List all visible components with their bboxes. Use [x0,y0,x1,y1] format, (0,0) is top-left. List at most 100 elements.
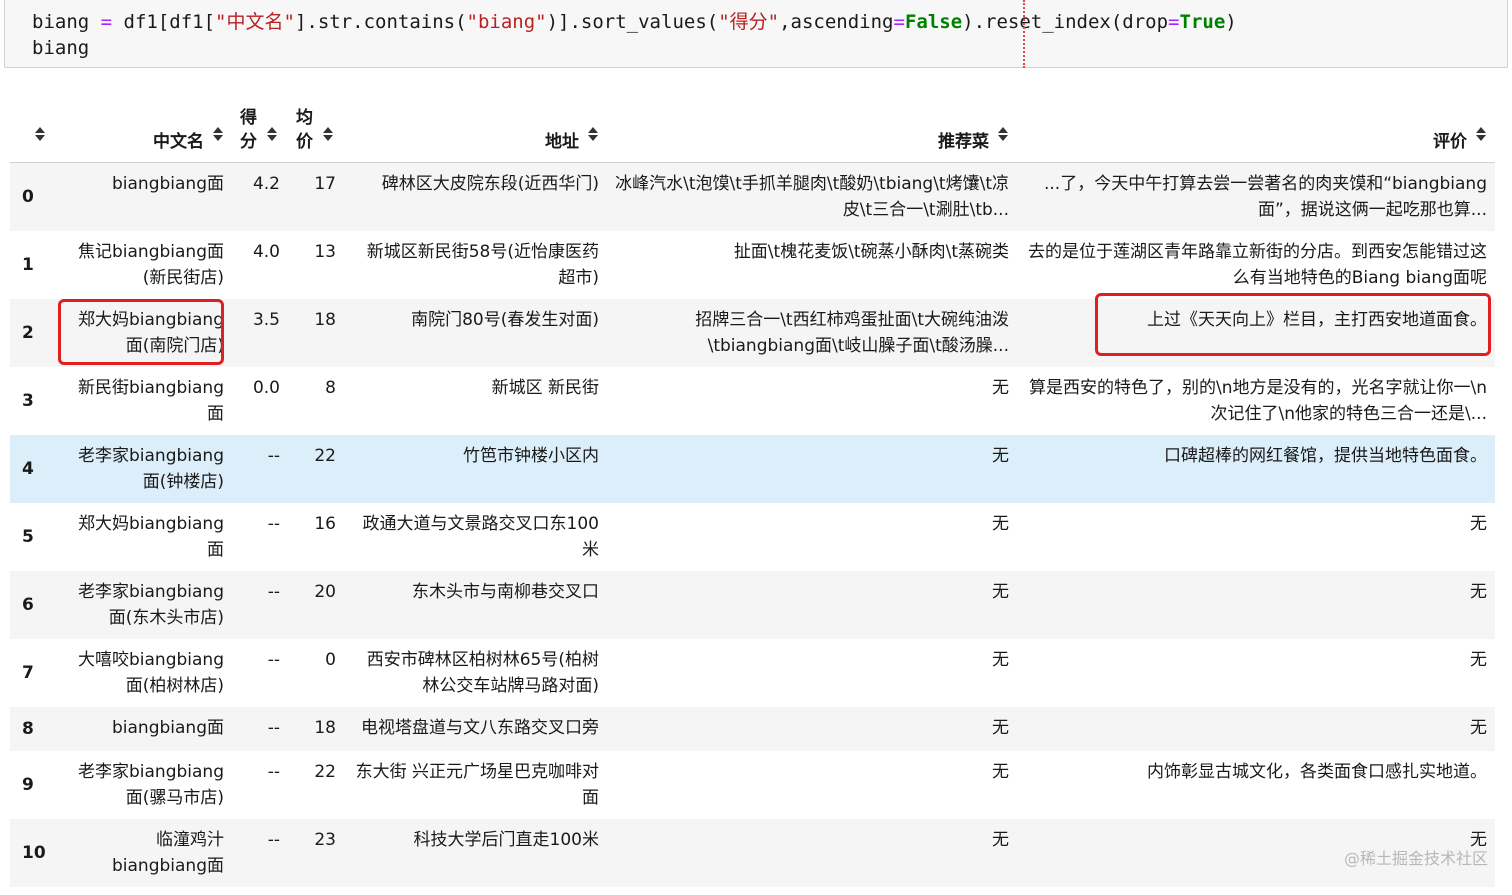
name-cell: 大嘻咬biangbiang面(柏树林店) [78,649,224,696]
watermark: @稀土掘金技术社区 [1343,849,1488,868]
review-cell: 无 [1470,581,1487,602]
name-cell: 郑大妈biangbiang面(南院门店) [78,309,224,356]
row-index: 6 [22,594,34,615]
index-header[interactable] [10,100,56,163]
table-row: 10 临潼鸡汁biangbiang面 -- 23 科技大学后门直走100米 无 … [10,818,1495,887]
code-token: = [100,11,113,33]
dishes-cell: 无 [992,829,1009,850]
address-cell: 碑林区大皮院东段(近西华门) [381,173,599,194]
dishes-cell: 无 [992,581,1009,602]
price-cell: 13 [314,241,336,262]
price-cell: 22 [314,761,336,782]
code-token: "得分" [718,11,780,33]
name-cell: 老李家biangbiang面(骡马市店) [78,761,224,808]
sort-icon[interactable] [997,126,1009,141]
dishes-cell: 扯面\t槐花麦饭\t碗蒸小酥肉\t蒸碗类 [733,241,1009,262]
score-cell: 4.2 [252,173,280,194]
table-row: 2 郑大妈biangbiang面(南院门店) 3.5 18 南院门80号(春发生… [10,298,1495,367]
row-index: 0 [22,186,34,207]
table-row: 4 老李家biangbiang面(钟楼店) -- 22 竹笆市钟楼小区内 无 口… [10,434,1495,503]
code-token: True [1179,11,1226,33]
code-line-2[interactable]: biang [32,36,89,60]
sort-icon[interactable] [1475,126,1487,141]
row-index: 5 [22,526,34,547]
review-cell: 去的是位于莲湖区青年路靠立新街的分店。到西安怎能错过这么有当地特色的Biang … [1028,241,1487,288]
column-header[interactable]: 推荐菜 [607,100,1017,163]
review-cell: 无 [1470,649,1487,670]
sort-icon[interactable] [212,126,224,141]
price-cell: 18 [314,717,336,738]
code-token: False [904,11,963,33]
address-cell: 新城区新民街58号(近怡康医药超市) [366,241,599,288]
row-index: 4 [22,458,34,479]
row-index: 3 [22,390,34,411]
review-cell: 无 [1470,513,1487,534]
column-header[interactable]: 均价 [288,100,344,163]
price-cell: 23 [314,829,336,850]
dishes-cell: 无 [992,649,1009,670]
code-cell[interactable]: biang = df1[df1["中文名"].str.contains("bia… [4,0,1508,68]
row-index: 10 [22,842,46,863]
dishes-cell: 无 [992,761,1009,782]
dataframe-output: 中文名 得分 均价 地址 推荐菜 评价 0 biangbiang面 4.2 17… [10,100,1495,887]
score-cell: -- [267,761,280,782]
table-row: 6 老李家biangbiang面(东木头市店) -- 20 东木头市与南柳巷交叉… [10,570,1495,639]
table-row: 0 biangbiang面 4.2 17 碑林区大皮院东段(近西华门) 冰峰汽水… [10,162,1495,231]
name-cell: 老李家biangbiang面(东木头市店) [78,581,224,628]
price-cell: 20 [314,581,336,602]
row-index: 2 [22,322,34,343]
price-cell: 22 [314,445,336,466]
row-index: 7 [22,662,34,683]
name-cell: 新民街biangbiang面 [78,377,224,424]
score-cell: -- [267,513,280,534]
column-header[interactable]: 得分 [232,100,288,163]
price-cell: 8 [325,377,336,398]
column-header[interactable]: 评价 [1017,100,1495,163]
dataframe-table: 中文名 得分 均价 地址 推荐菜 评价 0 biangbiang面 4.2 17… [10,100,1495,887]
address-cell: 南院门80号(春发生对面) [411,309,599,330]
table-row: 1 焦记biangbiang面(新民街店) 4.0 13 新城区新民街58号(近… [10,230,1495,299]
code-token: ) [1225,11,1237,33]
address-cell: 东大街 兴正元广场星巴克咖啡对面 [355,761,599,808]
name-cell: 老李家biangbiang面(钟楼店) [78,445,224,492]
dishes-cell: 无 [992,513,1009,534]
address-cell: 科技大学后门直走100米 [413,829,599,850]
address-cell: 西安市碑林区柏树林65号(柏树林公交车站牌马路对面) [366,649,599,696]
code-token: "biang" [466,11,547,33]
code-token: = [893,11,905,33]
score-cell: 4.0 [252,241,280,262]
sort-icon[interactable] [266,126,278,141]
code-line-1[interactable]: biang = df1[df1["中文名"].str.contains("bia… [32,10,1237,34]
review-cell: 无 [1470,717,1487,738]
price-cell: 0 [325,649,336,670]
review-cell: ...了，今天中午打算去尝一尝著名的肉夹馍和“biangbiang面”，据说这俩… [1043,173,1487,220]
price-cell: 17 [314,173,336,194]
price-cell: 16 [314,513,336,534]
score-cell: -- [267,649,280,670]
address-cell: 东木头市与南柳巷交叉口 [412,581,599,602]
score-cell: -- [267,445,280,466]
table-row: 9 老李家biangbiang面(骡马市店) -- 22 东大街 兴正元广场星巴… [10,750,1495,819]
sort-icon[interactable] [322,126,334,141]
sort-icon[interactable] [34,126,46,141]
name-cell: 焦记biangbiang面(新民街店) [78,241,224,288]
name-cell: 临潼鸡汁biangbiang面 [112,829,224,876]
row-index: 9 [22,774,34,795]
name-cell: biangbiang面 [112,717,224,738]
column-header[interactable]: 中文名 [56,100,232,163]
dishes-cell: 无 [992,445,1009,466]
table-row: 3 新民街biangbiang面 0.0 8 新城区 新民街 无 算是西安的特色… [10,366,1495,435]
price-cell: 18 [314,309,336,330]
column-header[interactable]: 地址 [344,100,607,163]
cursor-guide [1023,0,1025,68]
dishes-cell: 招牌三合一\t西红柿鸡蛋扯面\t大碗纯油泼\tbiangbiang面\t岐山臊子… [695,309,1009,356]
score-cell: -- [267,581,280,602]
code-token: ].str.contains( [294,11,467,33]
code-token: "中文名" [215,11,295,33]
address-cell: 政通大道与文景路交叉口东100米 [362,513,599,560]
code-token: df1[df1[ [112,11,216,33]
header-row: 中文名 得分 均价 地址 推荐菜 评价 [10,100,1495,163]
sort-icon[interactable] [587,126,599,141]
review-cell: 内饰彰显古城文化，各类面食口感扎实地道。 [1147,761,1487,782]
review-cell: 上过《天天向上》栏目，主打西安地道面食。 [1147,309,1487,330]
